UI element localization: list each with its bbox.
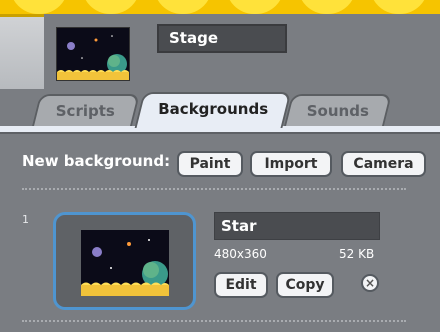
tab-label: Sounds — [306, 102, 369, 120]
stage-edge — [0, 0, 440, 14]
stage-edge-decoration — [10, 0, 68, 14]
space-scene-image — [57, 28, 129, 80]
costume-dimensions: 480x360 — [214, 247, 267, 261]
costume-file-size: 52 KB — [339, 247, 375, 261]
costume-name-field[interactable]: Star — [214, 212, 380, 240]
stage-edge-decoration — [298, 0, 356, 14]
tab-bar: Scripts Sounds Backgrounds — [30, 92, 440, 128]
close-icon[interactable]: × — [361, 274, 379, 292]
stage-edge-decoration — [370, 0, 428, 14]
tab-divider — [0, 132, 440, 134]
costume-index: 1 — [22, 213, 29, 226]
tab-scripts[interactable]: Scripts — [32, 94, 140, 126]
camera-button[interactable]: Camera — [341, 151, 426, 177]
left-gutter — [0, 17, 44, 89]
divider — [22, 188, 406, 190]
stage-edge-decoration — [154, 0, 212, 14]
tab-backgrounds[interactable]: Backgrounds — [134, 92, 292, 128]
paint-button[interactable]: Paint — [177, 151, 243, 177]
space-scene-image — [81, 230, 169, 296]
edit-button[interactable]: Edit — [214, 272, 268, 298]
copy-button[interactable]: Copy — [276, 272, 334, 298]
tab-label: Scripts — [56, 102, 116, 120]
stage-thumbnail[interactable] — [56, 27, 130, 81]
stage-edge-decoration — [82, 0, 140, 14]
divider — [22, 320, 406, 322]
tab-label: Backgrounds — [158, 100, 269, 118]
tab-sounds[interactable]: Sounds — [284, 94, 392, 126]
new-background-label: New background: — [22, 152, 171, 170]
import-button[interactable]: Import — [250, 151, 332, 177]
stage-edge-decoration — [226, 0, 284, 14]
costume-thumbnail[interactable] — [81, 230, 169, 296]
stage-name-field[interactable]: Stage — [157, 24, 287, 53]
